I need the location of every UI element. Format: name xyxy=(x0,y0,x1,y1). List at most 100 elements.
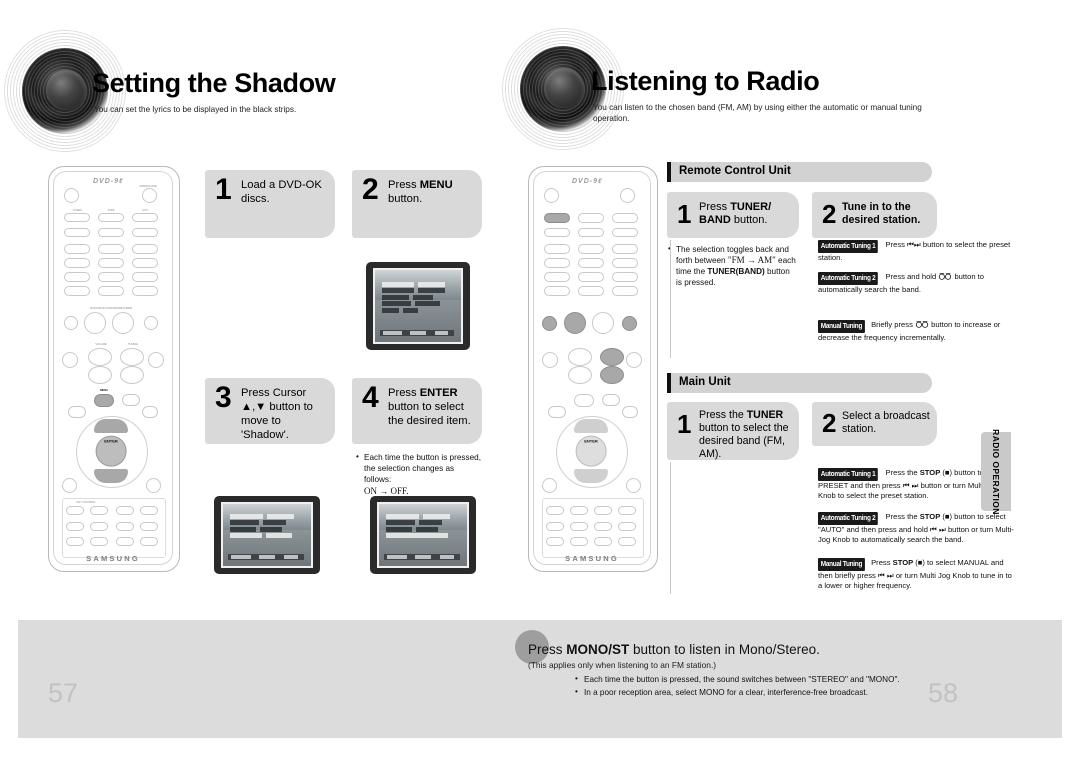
remote-key-down-button[interactable] xyxy=(66,506,84,515)
remote-memory-button[interactable] xyxy=(90,537,108,546)
remote-tempo-up-button[interactable] xyxy=(90,522,108,531)
remote-number-7-button[interactable] xyxy=(544,272,570,282)
remote-play-pause-button[interactable] xyxy=(112,312,134,334)
remote-search-tune-button[interactable] xyxy=(62,478,77,493)
remote-sound-mode-button[interactable] xyxy=(542,352,558,368)
remote-tuner-band-button[interactable] xyxy=(64,213,90,222)
remote-number-1-button[interactable] xyxy=(544,244,570,254)
remote-skip-forward-button[interactable] xyxy=(144,316,158,330)
remote-open-close-button[interactable] xyxy=(142,188,157,203)
remote-mono-st-button[interactable] xyxy=(146,478,161,493)
remote-volume-down-button[interactable] xyxy=(568,366,592,384)
remote-number-6-button[interactable] xyxy=(132,258,158,268)
remote-number-5-button[interactable] xyxy=(98,258,124,268)
remote-sleep-button[interactable] xyxy=(64,228,90,237)
remote-number-1-button[interactable] xyxy=(64,244,90,254)
remote-tuner-band-button[interactable] xyxy=(544,213,570,223)
remote-number-6-button[interactable] xyxy=(612,258,638,268)
remote-number-8-button[interactable] xyxy=(98,272,124,282)
dpad-down-button[interactable] xyxy=(574,469,608,483)
remote-tape-button[interactable] xyxy=(98,213,124,222)
remote-key-up-button[interactable] xyxy=(570,506,588,515)
remote-tuning-up-button[interactable] xyxy=(600,348,624,366)
remote-skip-forward-button[interactable] xyxy=(622,316,637,331)
remote-subtitle-button[interactable] xyxy=(594,522,612,531)
remote-repeat-button[interactable] xyxy=(618,537,636,546)
remote-skip-back-button[interactable] xyxy=(64,316,78,330)
remote-menu-button[interactable] xyxy=(94,394,114,407)
remote-number-3-button[interactable] xyxy=(612,244,638,254)
remote-tape-dir-button[interactable] xyxy=(98,228,124,237)
remote-return-button[interactable] xyxy=(602,394,620,406)
remote-number-0-button[interactable] xyxy=(98,286,124,296)
remote-number-0-button[interactable] xyxy=(578,286,604,296)
remote-number-7-button[interactable] xyxy=(64,272,90,282)
remote-cancel-button[interactable] xyxy=(544,286,570,296)
remote-tempo-up-button[interactable] xyxy=(570,522,588,531)
dpad-up-button[interactable] xyxy=(94,419,128,433)
remote-search-tune-button[interactable] xyxy=(542,478,557,493)
remote-zoom-button[interactable] xyxy=(594,506,612,515)
remote-tuning-down-button[interactable] xyxy=(120,366,144,384)
remote-tempo-down-button[interactable] xyxy=(66,522,84,531)
remote-aux-button[interactable] xyxy=(612,213,638,223)
remote-number-4-button[interactable] xyxy=(544,258,570,268)
remote-subtitle-button[interactable] xyxy=(116,522,134,531)
remote-play-pause-button[interactable] xyxy=(592,312,614,334)
remote-volume-up-button[interactable] xyxy=(88,348,112,366)
remote-dimmer-button[interactable] xyxy=(618,522,636,531)
remote-dpad[interactable]: ENTER xyxy=(76,416,148,488)
remote-sub-button[interactable] xyxy=(140,506,158,515)
remote-repeat-button[interactable] xyxy=(140,537,158,546)
remote-audio-button[interactable] xyxy=(116,537,134,546)
remote-number-4-button[interactable] xyxy=(64,258,90,268)
dpad-enter-button[interactable]: ENTER xyxy=(575,435,607,467)
remote-tape-dir-button[interactable] xyxy=(578,228,604,237)
remote-number-2-button[interactable] xyxy=(578,244,604,254)
remote-tape-button[interactable] xyxy=(578,213,604,223)
remote-key-up-button[interactable] xyxy=(90,506,108,515)
remote-number-5-button[interactable] xyxy=(578,258,604,268)
remote-number-2-button[interactable] xyxy=(98,244,124,254)
remote-zoom-button[interactable] xyxy=(116,506,134,515)
remote-dpad[interactable]: ENTER xyxy=(556,416,628,488)
remote-dbfb-button[interactable] xyxy=(546,537,564,546)
remote-memory-button[interactable] xyxy=(570,537,588,546)
remote-return-button[interactable] xyxy=(122,394,140,406)
remote-key-down-button[interactable] xyxy=(546,506,564,515)
remote-tempo-down-button[interactable] xyxy=(546,522,564,531)
dpad-up-button[interactable] xyxy=(574,419,608,433)
remote-number-9-button[interactable] xyxy=(612,272,638,282)
remote-mono-st-button[interactable] xyxy=(626,478,641,493)
dpad-enter-button[interactable]: ENTER xyxy=(95,435,127,467)
remote-menu-button[interactable] xyxy=(574,394,594,407)
remote-dimmer-button[interactable] xyxy=(140,522,158,531)
remote-volume-down-button[interactable] xyxy=(88,366,112,384)
remote-number-3-button[interactable] xyxy=(132,244,158,254)
remote-tuning-down-button[interactable] xyxy=(600,366,624,384)
remote-power-button[interactable] xyxy=(544,188,559,203)
remote-remain-button[interactable] xyxy=(612,286,638,296)
remote-number-9-button[interactable] xyxy=(132,272,158,282)
remote-sound-mode-button[interactable] xyxy=(62,352,78,368)
remote-tuner-memory-button[interactable] xyxy=(626,352,642,368)
remote-aux-button[interactable] xyxy=(132,213,158,222)
remote-power-button[interactable] xyxy=(64,188,79,203)
remote-tuner-memory-button[interactable] xyxy=(148,352,164,368)
remote-remain-button[interactable] xyxy=(132,286,158,296)
remote-sub-button[interactable] xyxy=(618,506,636,515)
remote-audio-button[interactable] xyxy=(594,537,612,546)
remote-stop-button[interactable] xyxy=(84,312,106,334)
remote-open-close-button[interactable] xyxy=(620,188,635,203)
remote-dbfb-button[interactable] xyxy=(66,537,84,546)
remote-disc-skip-button[interactable] xyxy=(132,228,158,237)
remote-tuning-up-button[interactable] xyxy=(120,348,144,366)
remote-disc-skip-button[interactable] xyxy=(612,228,638,237)
remote-volume-up-button[interactable] xyxy=(568,348,592,366)
remote-sleep-button[interactable] xyxy=(544,228,570,237)
dpad-down-button[interactable] xyxy=(94,469,128,483)
remote-skip-back-button[interactable] xyxy=(542,316,557,331)
remote-stop-button[interactable] xyxy=(564,312,586,334)
remote-cancel-button[interactable] xyxy=(64,286,90,296)
remote-number-8-button[interactable] xyxy=(578,272,604,282)
